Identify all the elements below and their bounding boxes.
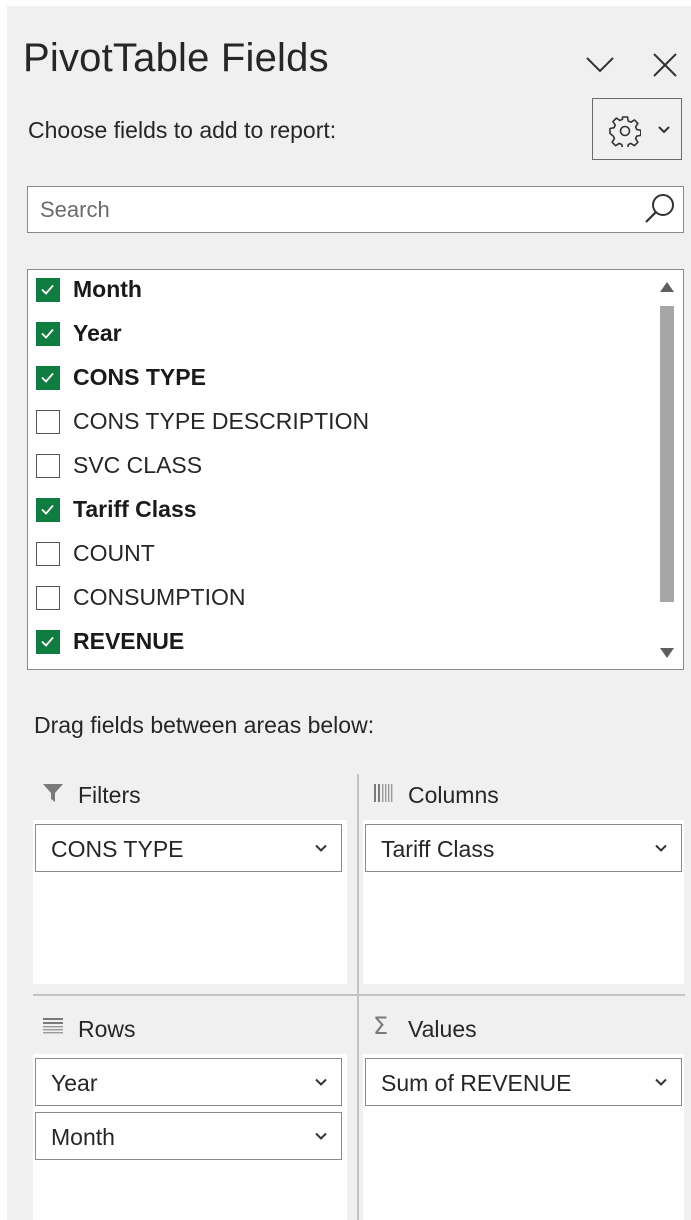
field-label: CONS TYPE (73, 364, 206, 390)
checkmark-icon (41, 504, 54, 515)
filters-area-label: Filters (78, 782, 141, 808)
chevron-down-icon[interactable] (315, 1132, 327, 1141)
field-checkbox[interactable] (36, 366, 60, 390)
filter-icon (43, 784, 63, 802)
field-label: CONSUMPTION (73, 584, 246, 610)
areas-vertical-divider (357, 774, 359, 1220)
collapse-pane-button[interactable] (583, 50, 617, 80)
rows-icon (43, 1018, 63, 1034)
field-label: Month (73, 276, 142, 302)
field-list-scrollbar[interactable] (657, 276, 677, 662)
field-checkbox[interactable] (36, 278, 60, 302)
close-pane-button[interactable] (647, 50, 681, 80)
close-icon (653, 53, 677, 77)
rows-field-chip-year[interactable]: Year (35, 1058, 342, 1106)
field-label: Year (73, 320, 122, 346)
field-label: Tariff Class (73, 496, 197, 522)
chip-label: Tariff Class (381, 836, 495, 862)
columns-field-chip[interactable]: Tariff Class (365, 824, 682, 872)
search-input[interactable] (28, 187, 642, 233)
checkmark-icon (41, 372, 54, 383)
chip-label: CONS TYPE (51, 836, 184, 862)
field-item-svc-class[interactable]: SVC CLASS (36, 448, 636, 484)
chevron-down-icon (586, 57, 614, 73)
search-icon[interactable] (643, 192, 677, 226)
chevron-down-icon[interactable] (315, 1078, 327, 1087)
sigma-icon: Σ (373, 1012, 389, 1040)
checkmark-icon (41, 636, 54, 647)
columns-area-label: Columns (408, 782, 499, 808)
chevron-down-icon[interactable] (655, 844, 667, 853)
field-item-year[interactable]: Year (36, 316, 636, 352)
field-item-cons-type[interactable]: CONS TYPE (36, 360, 636, 396)
field-checkbox[interactable] (36, 586, 60, 610)
checkmark-icon (41, 328, 54, 339)
field-checkbox[interactable] (36, 454, 60, 478)
chip-label: Month (51, 1124, 115, 1150)
choose-fields-label: Choose fields to add to report: (28, 117, 337, 143)
field-item-month[interactable]: Month (36, 272, 636, 308)
field-item-consumption[interactable]: CONSUMPTION (36, 580, 636, 616)
field-checkbox[interactable] (36, 322, 60, 346)
chip-label: Year (51, 1070, 98, 1096)
chip-label: Sum of REVENUE (381, 1070, 572, 1096)
field-checkbox[interactable] (36, 542, 60, 566)
scroll-up-arrow-icon[interactable] (659, 280, 675, 294)
field-label: REVENUE (73, 628, 185, 654)
field-item-count[interactable]: COUNT (36, 536, 636, 572)
values-area-label: Values (408, 1016, 477, 1042)
values-field-chip[interactable]: Sum of REVENUE (365, 1058, 682, 1106)
field-label: COUNT (73, 540, 155, 566)
columns-icon (374, 784, 393, 802)
gear-icon (609, 116, 641, 147)
field-checkbox[interactable] (36, 498, 60, 522)
checkmark-icon (41, 284, 54, 295)
field-checkbox[interactable] (36, 410, 60, 434)
field-item-cons-type-description[interactable]: CONS TYPE DESCRIPTION (36, 404, 636, 440)
rows-area-label: Rows (78, 1016, 136, 1042)
scroll-down-arrow-icon[interactable] (659, 646, 675, 660)
field-item-tariff-class[interactable]: Tariff Class (36, 492, 636, 528)
field-search-box[interactable] (27, 186, 684, 233)
chevron-down-icon[interactable] (315, 844, 327, 853)
rows-field-chip-month[interactable]: Month (35, 1112, 342, 1160)
field-list: Month Year CONS TYPE CONS TYPE DESCRIPTI… (27, 269, 684, 670)
filters-field-chip[interactable]: CONS TYPE (35, 824, 342, 872)
chevron-down-icon[interactable] (655, 1078, 667, 1087)
field-checkbox[interactable] (36, 630, 60, 654)
pivottable-fields-pane: PivotTable Fields Choose fields to add t… (7, 6, 691, 1220)
field-label: SVC CLASS (73, 452, 203, 478)
drag-fields-instruction: Drag fields between areas below: (34, 712, 375, 738)
field-item-revenue[interactable]: REVENUE (36, 624, 636, 660)
pane-title: PivotTable Fields (23, 36, 329, 80)
chevron-down-icon (658, 126, 670, 134)
scrollbar-thumb[interactable] (660, 306, 674, 602)
field-settings-button[interactable] (592, 98, 682, 160)
areas-horizontal-divider (33, 994, 685, 996)
field-label: CONS TYPE DESCRIPTION (73, 408, 370, 434)
